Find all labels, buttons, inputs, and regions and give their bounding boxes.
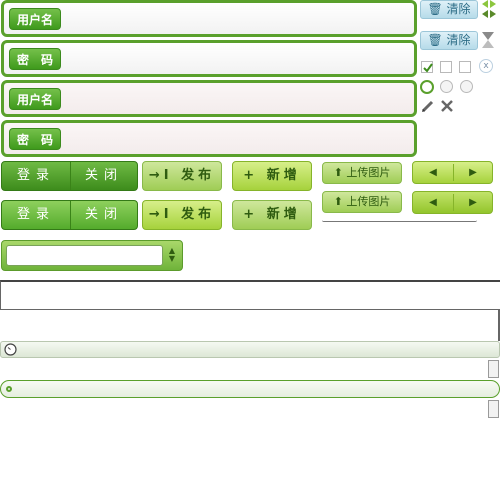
- add-label: 新增: [266, 207, 301, 222]
- text-area[interactable]: [0, 280, 500, 310]
- arrow-right-icon: [490, 0, 496, 8]
- next-button[interactable]: ▶: [454, 162, 492, 183]
- upload-button[interactable]: ⬆ 上传图片: [322, 162, 402, 184]
- upload-label: 上传图片: [346, 195, 391, 208]
- arrow-down-icon: [482, 32, 494, 40]
- upload-label: 上传图片: [346, 166, 391, 179]
- select-arrow-icon: ▲ ▼: [168, 246, 176, 263]
- pager-group: ◀ ▶: [412, 191, 493, 214]
- password-field-2[interactable]: 密 码: [1, 120, 417, 157]
- publish-button[interactable]: →I 发布: [142, 200, 222, 230]
- radio[interactable]: [440, 80, 453, 93]
- login-close-group: 登录 关闭: [1, 200, 138, 230]
- arrow-right-icon: [490, 10, 496, 18]
- close-button[interactable]: 关闭: [71, 162, 137, 190]
- checkbox-checked[interactable]: [421, 61, 433, 73]
- publish-label: 发布: [181, 168, 216, 183]
- prev-button[interactable]: ◀: [413, 162, 453, 183]
- clear-label: 清除: [446, 33, 471, 47]
- select-dropdown[interactable]: ▲ ▼: [1, 240, 183, 271]
- next-button[interactable]: ▶: [454, 192, 492, 213]
- username-label: 用户名: [9, 88, 62, 110]
- delete-x-icon[interactable]: [440, 99, 454, 113]
- add-button[interactable]: + 新增: [232, 161, 312, 191]
- arrow-up-icon: [482, 40, 494, 48]
- publish-button[interactable]: →I 发布: [142, 161, 222, 191]
- progress-bar[interactable]: [0, 380, 500, 398]
- scrollbar-handle[interactable]: [488, 400, 499, 418]
- progress-dot-icon: [6, 386, 12, 392]
- clear-button[interactable]: 🗑 清除: [420, 0, 478, 19]
- checkbox[interactable]: [459, 61, 471, 73]
- upload-arrow-icon: ⬆: [333, 195, 343, 208]
- radio[interactable]: [460, 80, 473, 93]
- plus-icon: +: [243, 168, 259, 183]
- underline: [322, 220, 477, 222]
- publish-icon: →I: [148, 207, 173, 222]
- pencil-icon[interactable]: [421, 99, 435, 113]
- password-label: 密 码: [9, 48, 62, 70]
- publish-label: 发布: [181, 207, 216, 222]
- trash-icon: 🗑: [427, 2, 443, 16]
- login-close-group: 登录 关闭: [1, 161, 138, 191]
- password-field-1[interactable]: 密 码: [1, 40, 417, 77]
- login-button[interactable]: 登录: [2, 201, 70, 229]
- password-label: 密 码: [9, 128, 62, 150]
- close-button[interactable]: 关闭: [71, 201, 137, 229]
- pager-group: ◀ ▶: [412, 161, 493, 184]
- scrollbar-handle[interactable]: [488, 360, 499, 378]
- search-bar[interactable]: [0, 341, 500, 358]
- username-field-1[interactable]: 用户名: [1, 0, 417, 37]
- trash-icon: 🗑: [427, 33, 443, 47]
- text-area-lower[interactable]: [0, 310, 500, 341]
- publish-icon: →I: [148, 168, 173, 183]
- prev-button[interactable]: ◀: [413, 192, 453, 213]
- arrow-left-icon: [482, 10, 488, 18]
- check-icon: [423, 63, 433, 73]
- upload-arrow-icon: ⬆: [333, 166, 343, 179]
- clear-label: 清除: [446, 2, 471, 16]
- radio-selected[interactable]: [420, 80, 434, 94]
- checkbox[interactable]: [440, 61, 452, 73]
- arrow-left-icon: [482, 0, 488, 8]
- add-button[interactable]: + 新增: [232, 200, 312, 230]
- clock-icon: [4, 343, 17, 356]
- login-button[interactable]: 登录: [2, 162, 70, 190]
- clear-button[interactable]: 🗑 清除: [420, 31, 478, 50]
- upload-button[interactable]: ⬆ 上传图片: [322, 191, 402, 213]
- plus-icon: +: [243, 207, 259, 222]
- arrow-icons[interactable]: [480, 0, 498, 50]
- add-label: 新增: [266, 168, 301, 183]
- close-x-button[interactable]: x: [479, 59, 493, 73]
- username-field-2[interactable]: 用户名: [1, 80, 417, 117]
- username-label: 用户名: [9, 8, 62, 30]
- select-value: [6, 245, 163, 266]
